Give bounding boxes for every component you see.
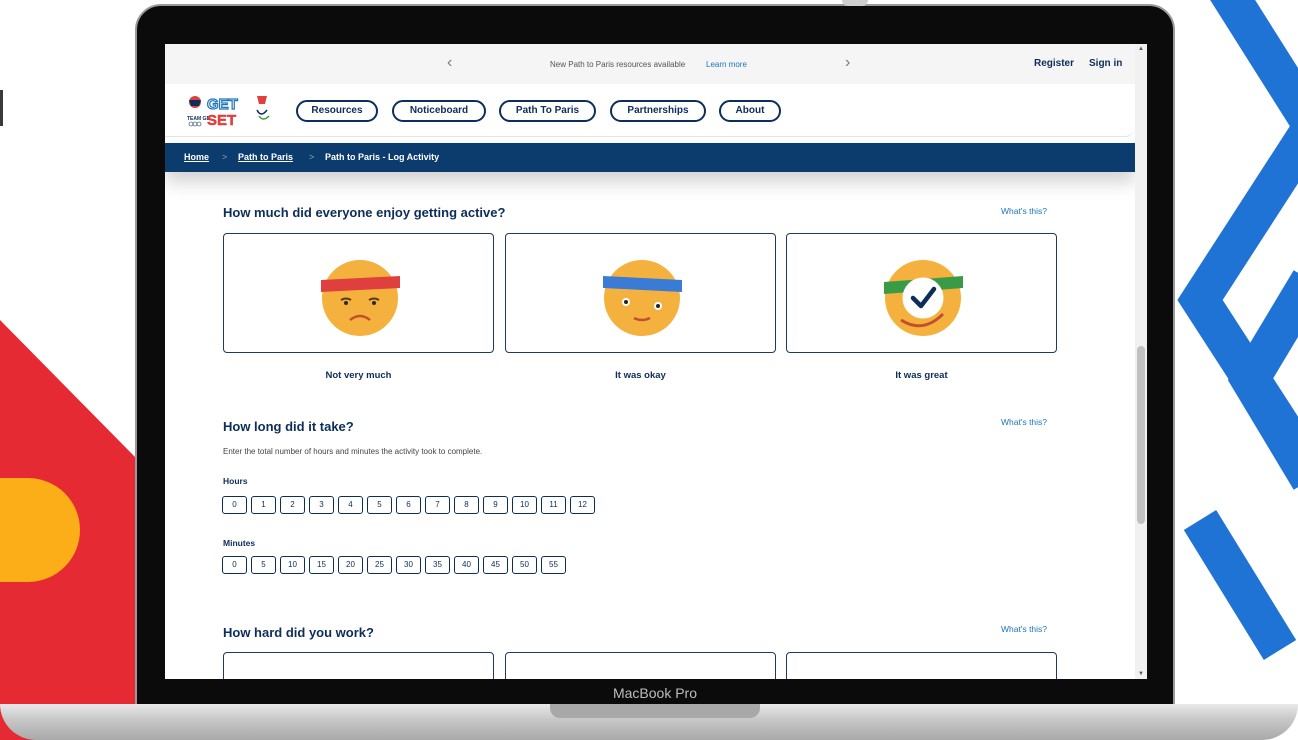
minutes-option-10[interactable]: 10	[280, 556, 305, 574]
chevron-right-icon[interactable]: ›	[845, 54, 850, 72]
hours-option-0[interactable]: 0	[222, 496, 247, 514]
minutes-option-25[interactable]: 25	[367, 556, 392, 574]
get-set-logo[interactable]: TEAM GB GET SET	[185, 92, 280, 129]
minutes-options: 0 5 10 15 20 25 30 35 40 45 50 55	[222, 556, 566, 574]
minutes-option-15[interactable]: 15	[309, 556, 334, 574]
enjoyment-whats-this-link[interactable]: What's this?	[1001, 206, 1047, 216]
minutes-label: Minutes	[223, 538, 256, 548]
hours-option-11[interactable]: 11	[541, 496, 566, 514]
minutes-option-30[interactable]: 30	[396, 556, 421, 574]
sad-face-icon	[321, 260, 400, 336]
breadcrumb-separator: >	[309, 152, 315, 162]
device-label: MacBook Pro	[612, 685, 698, 701]
scrollbar-thumb[interactable]	[1137, 346, 1145, 524]
breadcrumb-separator: >	[222, 152, 228, 162]
minutes-option-0[interactable]: 0	[222, 556, 247, 574]
hours-options: 0 1 2 3 4 5 6 7 8 9 10 11 12	[222, 496, 595, 514]
hours-option-1[interactable]: 1	[251, 496, 276, 514]
enjoyment-label-not-very-much: Not very much	[325, 370, 392, 381]
svg-text:GET: GET	[207, 96, 238, 113]
nav-resources[interactable]: Resources	[296, 100, 378, 122]
enjoyment-option-it-was-great[interactable]	[786, 233, 1057, 353]
hours-option-3[interactable]: 3	[309, 496, 334, 514]
browser-viewport: ‹ New Path to Paris resources available …	[165, 44, 1147, 679]
minutes-option-55[interactable]: 55	[541, 556, 566, 574]
hours-option-8[interactable]: 8	[454, 496, 479, 514]
effort-option-card[interactable]	[786, 652, 1057, 679]
hours-label: Hours	[223, 476, 248, 486]
svg-text:SET: SET	[207, 112, 236, 128]
duration-whats-this-link[interactable]: What's this?	[1001, 417, 1047, 427]
breadcrumb-home[interactable]: Home	[184, 152, 209, 162]
hours-option-5[interactable]: 5	[367, 496, 392, 514]
duration-hint: Enter the total number of hours and minu…	[223, 447, 483, 456]
breadcrumb-path-to-paris[interactable]: Path to Paris	[238, 152, 293, 162]
enjoyment-label-it-was-okay: It was okay	[615, 370, 666, 381]
announcement-text: New Path to Paris resources available	[550, 60, 686, 69]
enjoyment-label-it-was-great: It was great	[895, 370, 948, 381]
nav-about[interactable]: About	[719, 100, 781, 122]
hours-option-12[interactable]: 12	[570, 496, 595, 514]
minutes-option-45[interactable]: 45	[483, 556, 508, 574]
laptop-camera-notch	[842, 0, 868, 6]
effort-option-card[interactable]	[223, 652, 494, 679]
minutes-option-20[interactable]: 20	[338, 556, 363, 574]
duration-title: How long did it take?	[223, 419, 354, 434]
hours-option-2[interactable]: 2	[280, 496, 305, 514]
register-link[interactable]: Register	[1034, 58, 1074, 69]
neutral-face-icon	[603, 260, 682, 336]
effort-option-card[interactable]	[505, 652, 776, 679]
breadcrumb: Home > Path to Paris > Path to Paris - L…	[165, 143, 1135, 172]
minutes-option-40[interactable]: 40	[454, 556, 479, 574]
scroll-down-icon[interactable]: ▼	[1135, 669, 1147, 679]
nav-noticeboard[interactable]: Noticeboard	[392, 100, 486, 122]
learn-more-link[interactable]: Learn more	[706, 60, 747, 69]
hours-option-7[interactable]: 7	[425, 496, 450, 514]
scroll-up-icon[interactable]: ▲	[1135, 44, 1147, 54]
hours-option-10[interactable]: 10	[512, 496, 537, 514]
breadcrumb-current: Path to Paris - Log Activity	[325, 152, 440, 162]
nav-partnerships[interactable]: Partnerships	[610, 100, 706, 122]
enjoyment-title: How much did everyone enjoy getting acti…	[223, 205, 506, 220]
hours-option-6[interactable]: 6	[396, 496, 421, 514]
minutes-option-5[interactable]: 5	[251, 556, 276, 574]
enjoyment-option-it-was-okay[interactable]	[505, 233, 776, 353]
minutes-option-50[interactable]: 50	[512, 556, 537, 574]
enjoyment-option-not-very-much[interactable]	[223, 233, 494, 353]
site-header: TEAM GB GET SET Resources Noticeboard Pa…	[165, 84, 1135, 137]
minutes-option-35[interactable]: 35	[425, 556, 450, 574]
decorative-bar	[0, 90, 3, 126]
laptop-hinge-notch	[550, 704, 760, 718]
sign-in-link[interactable]: Sign in	[1089, 58, 1122, 69]
announcement-bar: ‹ New Path to Paris resources available …	[165, 44, 1135, 84]
effort-title: How hard did you work?	[223, 625, 374, 640]
decorative-blue-pattern	[1160, 0, 1298, 740]
happy-face-icon	[884, 260, 963, 336]
hours-option-4[interactable]: 4	[338, 496, 363, 514]
nav-path-to-paris[interactable]: Path To Paris	[499, 100, 596, 122]
effort-whats-this-link[interactable]: What's this?	[1001, 624, 1047, 634]
chevron-left-icon[interactable]: ‹	[447, 54, 452, 72]
page-scrollbar[interactable]: ▲ ▼	[1135, 44, 1147, 679]
hours-option-9[interactable]: 9	[483, 496, 508, 514]
